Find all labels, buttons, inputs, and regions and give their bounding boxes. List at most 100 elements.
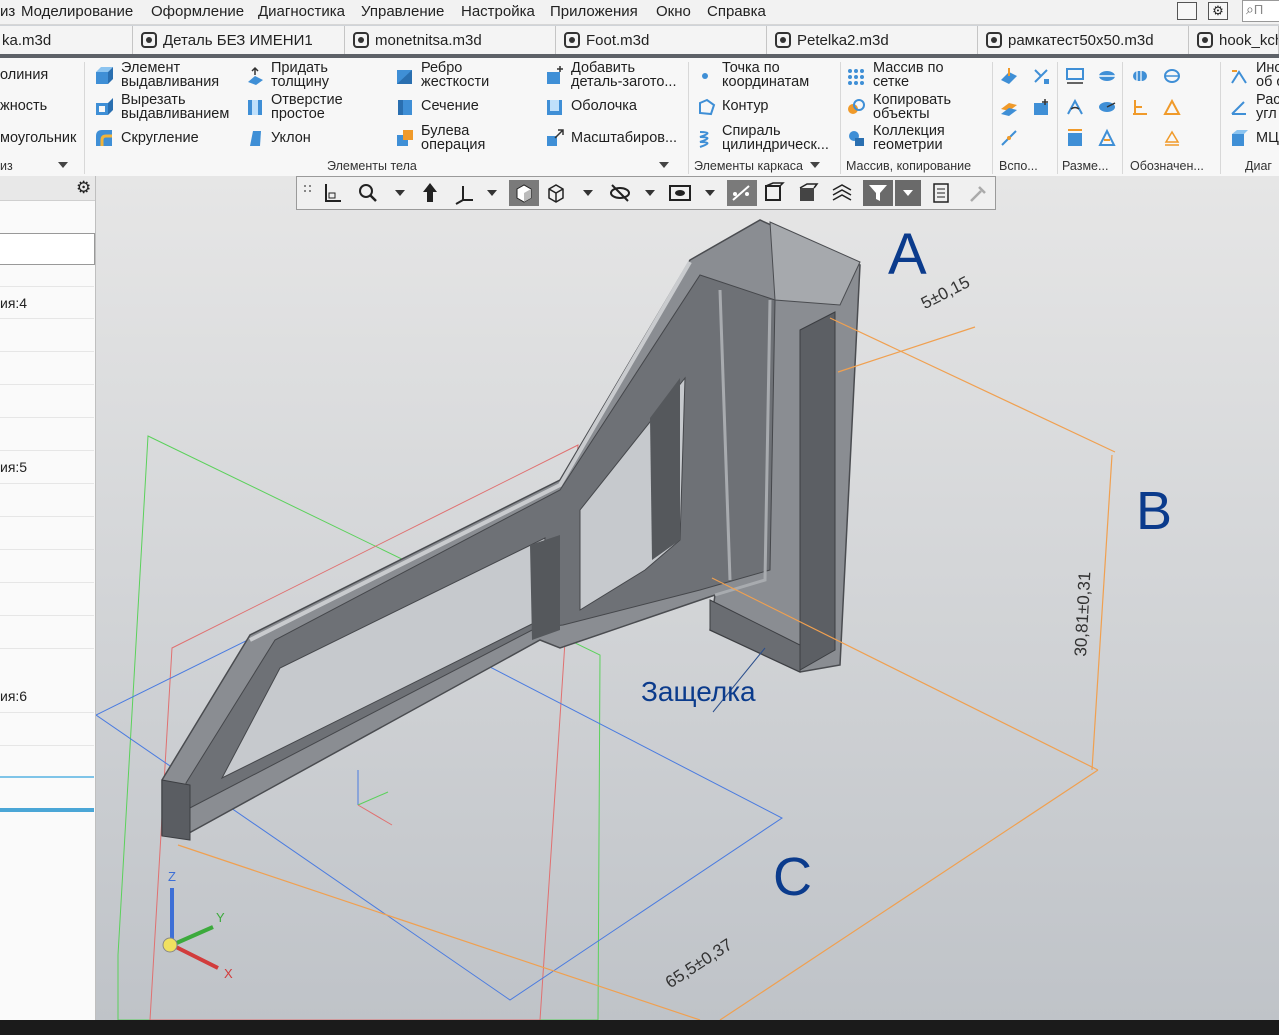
toolbar-grip-icon[interactable] — [301, 180, 315, 206]
group-expand-icon[interactable] — [659, 162, 669, 168]
mass-properties-icon[interactable] — [1229, 128, 1249, 148]
scale-label: Масштабиров... — [571, 130, 678, 146]
angle-measure-icon[interactable] — [1229, 97, 1249, 117]
collection-icon — [849, 131, 864, 146]
tree-row-divider — [0, 745, 94, 746]
draft-icon — [250, 131, 261, 146]
gear-icon[interactable]: ⚙ — [76, 178, 91, 198]
wireframe-view-icon[interactable] — [543, 180, 569, 206]
layers-view-icon[interactable] — [829, 180, 855, 206]
window-layout-icon[interactable] — [1177, 2, 1197, 20]
tree-filter-input[interactable] — [0, 233, 95, 265]
selection-filter-icon[interactable] — [863, 180, 893, 206]
linear-dimension-icon[interactable] — [1065, 66, 1085, 86]
tab-label: monetnitsa.m3d — [375, 32, 482, 49]
tab-document-7[interactable]: hook_kch — [1189, 26, 1279, 54]
info-object-icon[interactable] — [1229, 66, 1249, 86]
group-expand-icon[interactable] — [810, 162, 820, 168]
tree-item-5[interactable]: ия:5 — [0, 459, 27, 475]
thicken-icon — [248, 66, 263, 85]
angular-dimension-icon[interactable] — [1065, 97, 1085, 117]
visibility-icon[interactable] — [667, 180, 693, 206]
menu-drawing[interactable]: Оформление — [151, 3, 244, 20]
3d-viewport[interactable]: A B C Защелка 5±0,15 30,81±0,31 65,5±0,3… — [96, 176, 1279, 1020]
tab-document-4[interactable]: Foot.m3d — [556, 26, 767, 54]
thread-designation-icon[interactable] — [1130, 66, 1150, 86]
group-separator — [688, 62, 689, 174]
menu-settings[interactable]: Настройка — [461, 3, 535, 20]
hide-dropdown-icon[interactable] — [645, 190, 655, 196]
tab-document-6[interactable]: рамкатест50x50.m3d — [978, 26, 1189, 54]
hole-label: Отверстие простое — [271, 92, 343, 122]
tree-row-divider — [0, 483, 94, 484]
arc-dimension-icon[interactable] — [1097, 128, 1117, 148]
eyedropper-icon[interactable] — [965, 180, 991, 206]
cutaway-view-icon[interactable] — [795, 180, 821, 206]
settings-gear-icon[interactable]: ⚙ — [1208, 2, 1228, 20]
aux-axis-icon[interactable] — [1031, 66, 1051, 86]
tree-row-divider — [0, 712, 94, 713]
group-expand-icon[interactable] — [58, 162, 68, 168]
menu-bar: из Моделирование Оформление Диагностика … — [0, 0, 1279, 25]
view-toolbar — [296, 176, 996, 210]
shaded-view-icon[interactable] — [509, 180, 539, 206]
ribbon-clipped-item-3[interactable]: моугольник — [0, 131, 76, 146]
tab-document-2[interactable]: Деталь БЕЗ ИМЕНИ1 — [133, 26, 345, 54]
zoom-dropdown-icon[interactable] — [395, 190, 405, 196]
menu-diagnostics[interactable]: Диагностика — [258, 3, 345, 20]
properties-icon[interactable] — [929, 180, 955, 206]
group-label-body-elements: Элементы тела — [327, 159, 417, 173]
tab-document-1[interactable]: ka.m3d — [0, 26, 133, 54]
menu-control[interactable]: Управление — [361, 3, 444, 20]
orient-normal-icon[interactable] — [319, 180, 345, 206]
menu-modeling[interactable]: Моделирование — [21, 3, 133, 20]
menu-item-clipped[interactable]: из — [0, 3, 15, 20]
group-separator — [840, 62, 841, 174]
diameter-dimension-icon[interactable] — [1097, 66, 1117, 86]
orientation-icon[interactable] — [451, 180, 477, 206]
dimensions-filter-icon[interactable] — [727, 180, 757, 206]
spiral-icon — [699, 131, 709, 148]
menu-applications[interactable]: Приложения — [550, 3, 638, 20]
ribbon-clipped-item-2[interactable]: жность — [0, 99, 47, 114]
menu-window[interactable]: Окно — [656, 3, 691, 20]
angle-measure-label[interactable]: Рас угл — [1256, 93, 1279, 122]
tree-row-divider — [0, 286, 94, 287]
base-designation-icon[interactable] — [1162, 97, 1182, 117]
tolerance-designation-icon[interactable] — [1162, 128, 1182, 148]
tree-row-divider — [0, 351, 94, 352]
roughness-designation-icon[interactable] — [1130, 97, 1150, 117]
tree-item-4[interactable]: ия:4 — [0, 295, 27, 311]
pan-rotate-icon[interactable] — [417, 180, 443, 206]
tree-item-6[interactable]: ия:6 — [0, 688, 27, 704]
tree-scroll-indicator[interactable] — [0, 808, 94, 812]
tree-row-divider — [0, 384, 94, 385]
tab-document-5[interactable]: Petelka2.m3d — [767, 26, 978, 54]
model-file-icon — [775, 32, 791, 48]
model-file-icon — [564, 32, 580, 48]
display-style-dropdown-icon[interactable] — [583, 190, 593, 196]
scale-icon — [547, 129, 564, 146]
aux-line-icon[interactable] — [999, 128, 1019, 148]
search-input[interactable]: ⌕П — [1242, 0, 1279, 22]
info-object-label[interactable]: Инс об о — [1256, 61, 1279, 90]
menu-help[interactable]: Справка — [707, 3, 766, 20]
tab-document-3[interactable]: monetnitsa.m3d — [345, 26, 556, 54]
height-dimension-icon[interactable] — [1065, 128, 1085, 148]
group-label-designations: Обозначен... — [1130, 159, 1204, 173]
ribbon-clipped-item-1[interactable]: олиния — [0, 68, 48, 83]
aux-offset-plane-icon[interactable] — [999, 97, 1019, 117]
section-view-icon[interactable] — [761, 180, 787, 206]
shell-icon — [547, 100, 562, 115]
leader-designation-icon[interactable] — [1162, 66, 1182, 86]
aux-plane-icon[interactable] — [999, 66, 1019, 86]
mass-properties-label[interactable]: МЦ — [1256, 131, 1279, 146]
hide-icon[interactable] — [607, 180, 633, 206]
zoom-icon[interactable] — [355, 180, 381, 206]
aux-lcs-icon[interactable] — [1031, 97, 1051, 117]
visibility-dropdown-icon[interactable] — [705, 190, 715, 196]
filter-dropdown-button[interactable] — [895, 180, 921, 206]
tab-label: ka.m3d — [2, 32, 52, 49]
radius-dimension-icon[interactable] — [1097, 97, 1117, 117]
orientation-dropdown-icon[interactable] — [487, 190, 497, 196]
